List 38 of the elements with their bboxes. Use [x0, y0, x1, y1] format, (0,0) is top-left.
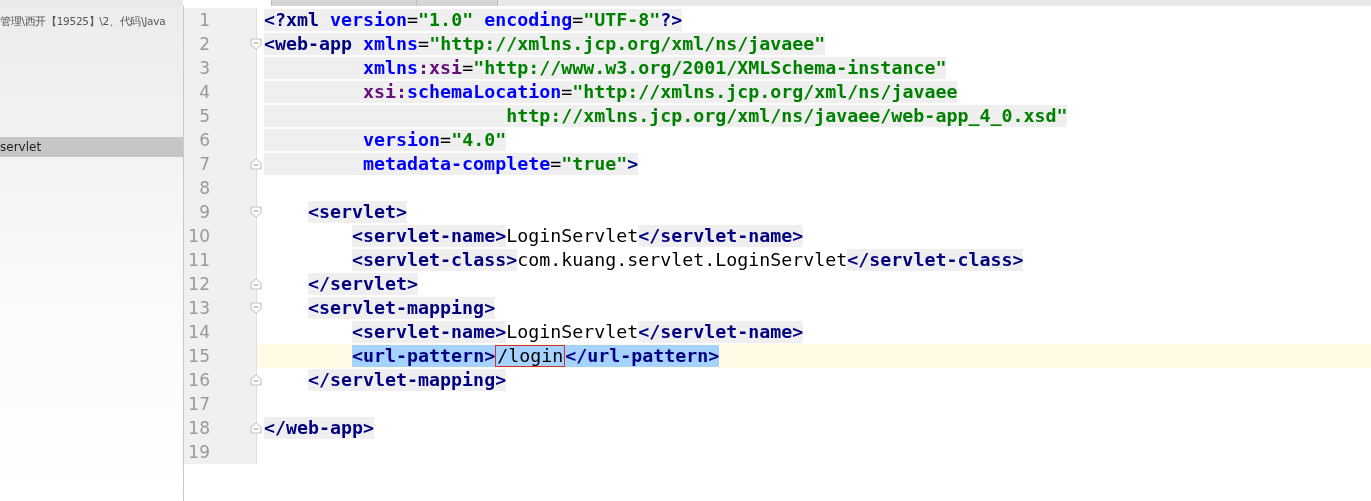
- tree-item[interactable]: servlet: [0, 137, 183, 157]
- code-line: version="4.0": [264, 128, 507, 152]
- line-number: 9: [198, 202, 210, 222]
- line-number: 3: [198, 58, 210, 78]
- line-number: 1: [198, 10, 210, 30]
- line-number: 10: [187, 226, 210, 246]
- line-number: 5: [198, 106, 210, 126]
- code-line: <web-app xmlns="http://xmlns.jcp.org/xml/ns/javaee": [264, 32, 826, 56]
- code-line: xsi:schemaLocation="http://xmlns.jcp.org/xml/ns/javaee: [264, 80, 958, 104]
- line-number: 19: [187, 442, 210, 462]
- line-number: 17: [187, 394, 210, 414]
- line-number: 15: [187, 346, 210, 366]
- fold-icon[interactable]: [250, 206, 262, 218]
- code-line: <?xml version="1.0" encoding="UTF-8"?>: [264, 8, 683, 32]
- line-number: 14: [187, 322, 210, 342]
- fold-icon[interactable]: [250, 38, 262, 50]
- code-line: xmlns:xsi="http://www.w3.org/2001/XMLSchema-instance": [264, 56, 947, 80]
- line-number: 16: [187, 370, 210, 390]
- fold-icon[interactable]: [250, 158, 262, 170]
- code-line: <servlet-class>com.kuang.servlet.LoginServlet</servlet-class>: [352, 248, 1024, 272]
- fold-icon[interactable]: [250, 422, 262, 434]
- code-line: <servlet-name>LoginServlet</servlet-name>: [352, 320, 804, 344]
- line-number: 7: [198, 154, 210, 174]
- code-line: <url-pattern>/login</url-pattern>: [352, 344, 720, 368]
- line-number: 8: [198, 178, 210, 198]
- fold-icon[interactable]: [250, 302, 262, 314]
- project-path: 管理\西开【19525】\2、代码\Java: [0, 14, 166, 29]
- line-number: 18: [187, 418, 210, 438]
- code-line: <servlet-name>LoginServlet</servlet-name>: [352, 224, 804, 248]
- code-line: metadata-complete="true">: [264, 152, 639, 176]
- fold-icon[interactable]: [250, 278, 262, 290]
- line-number: 4: [198, 82, 210, 102]
- fold-icon[interactable]: [250, 374, 262, 386]
- line-number: 6: [198, 130, 210, 150]
- line-number: 12: [187, 274, 210, 294]
- line-number: 2: [198, 34, 210, 54]
- line-number: 11: [187, 250, 210, 270]
- line-number: 13: [187, 298, 210, 318]
